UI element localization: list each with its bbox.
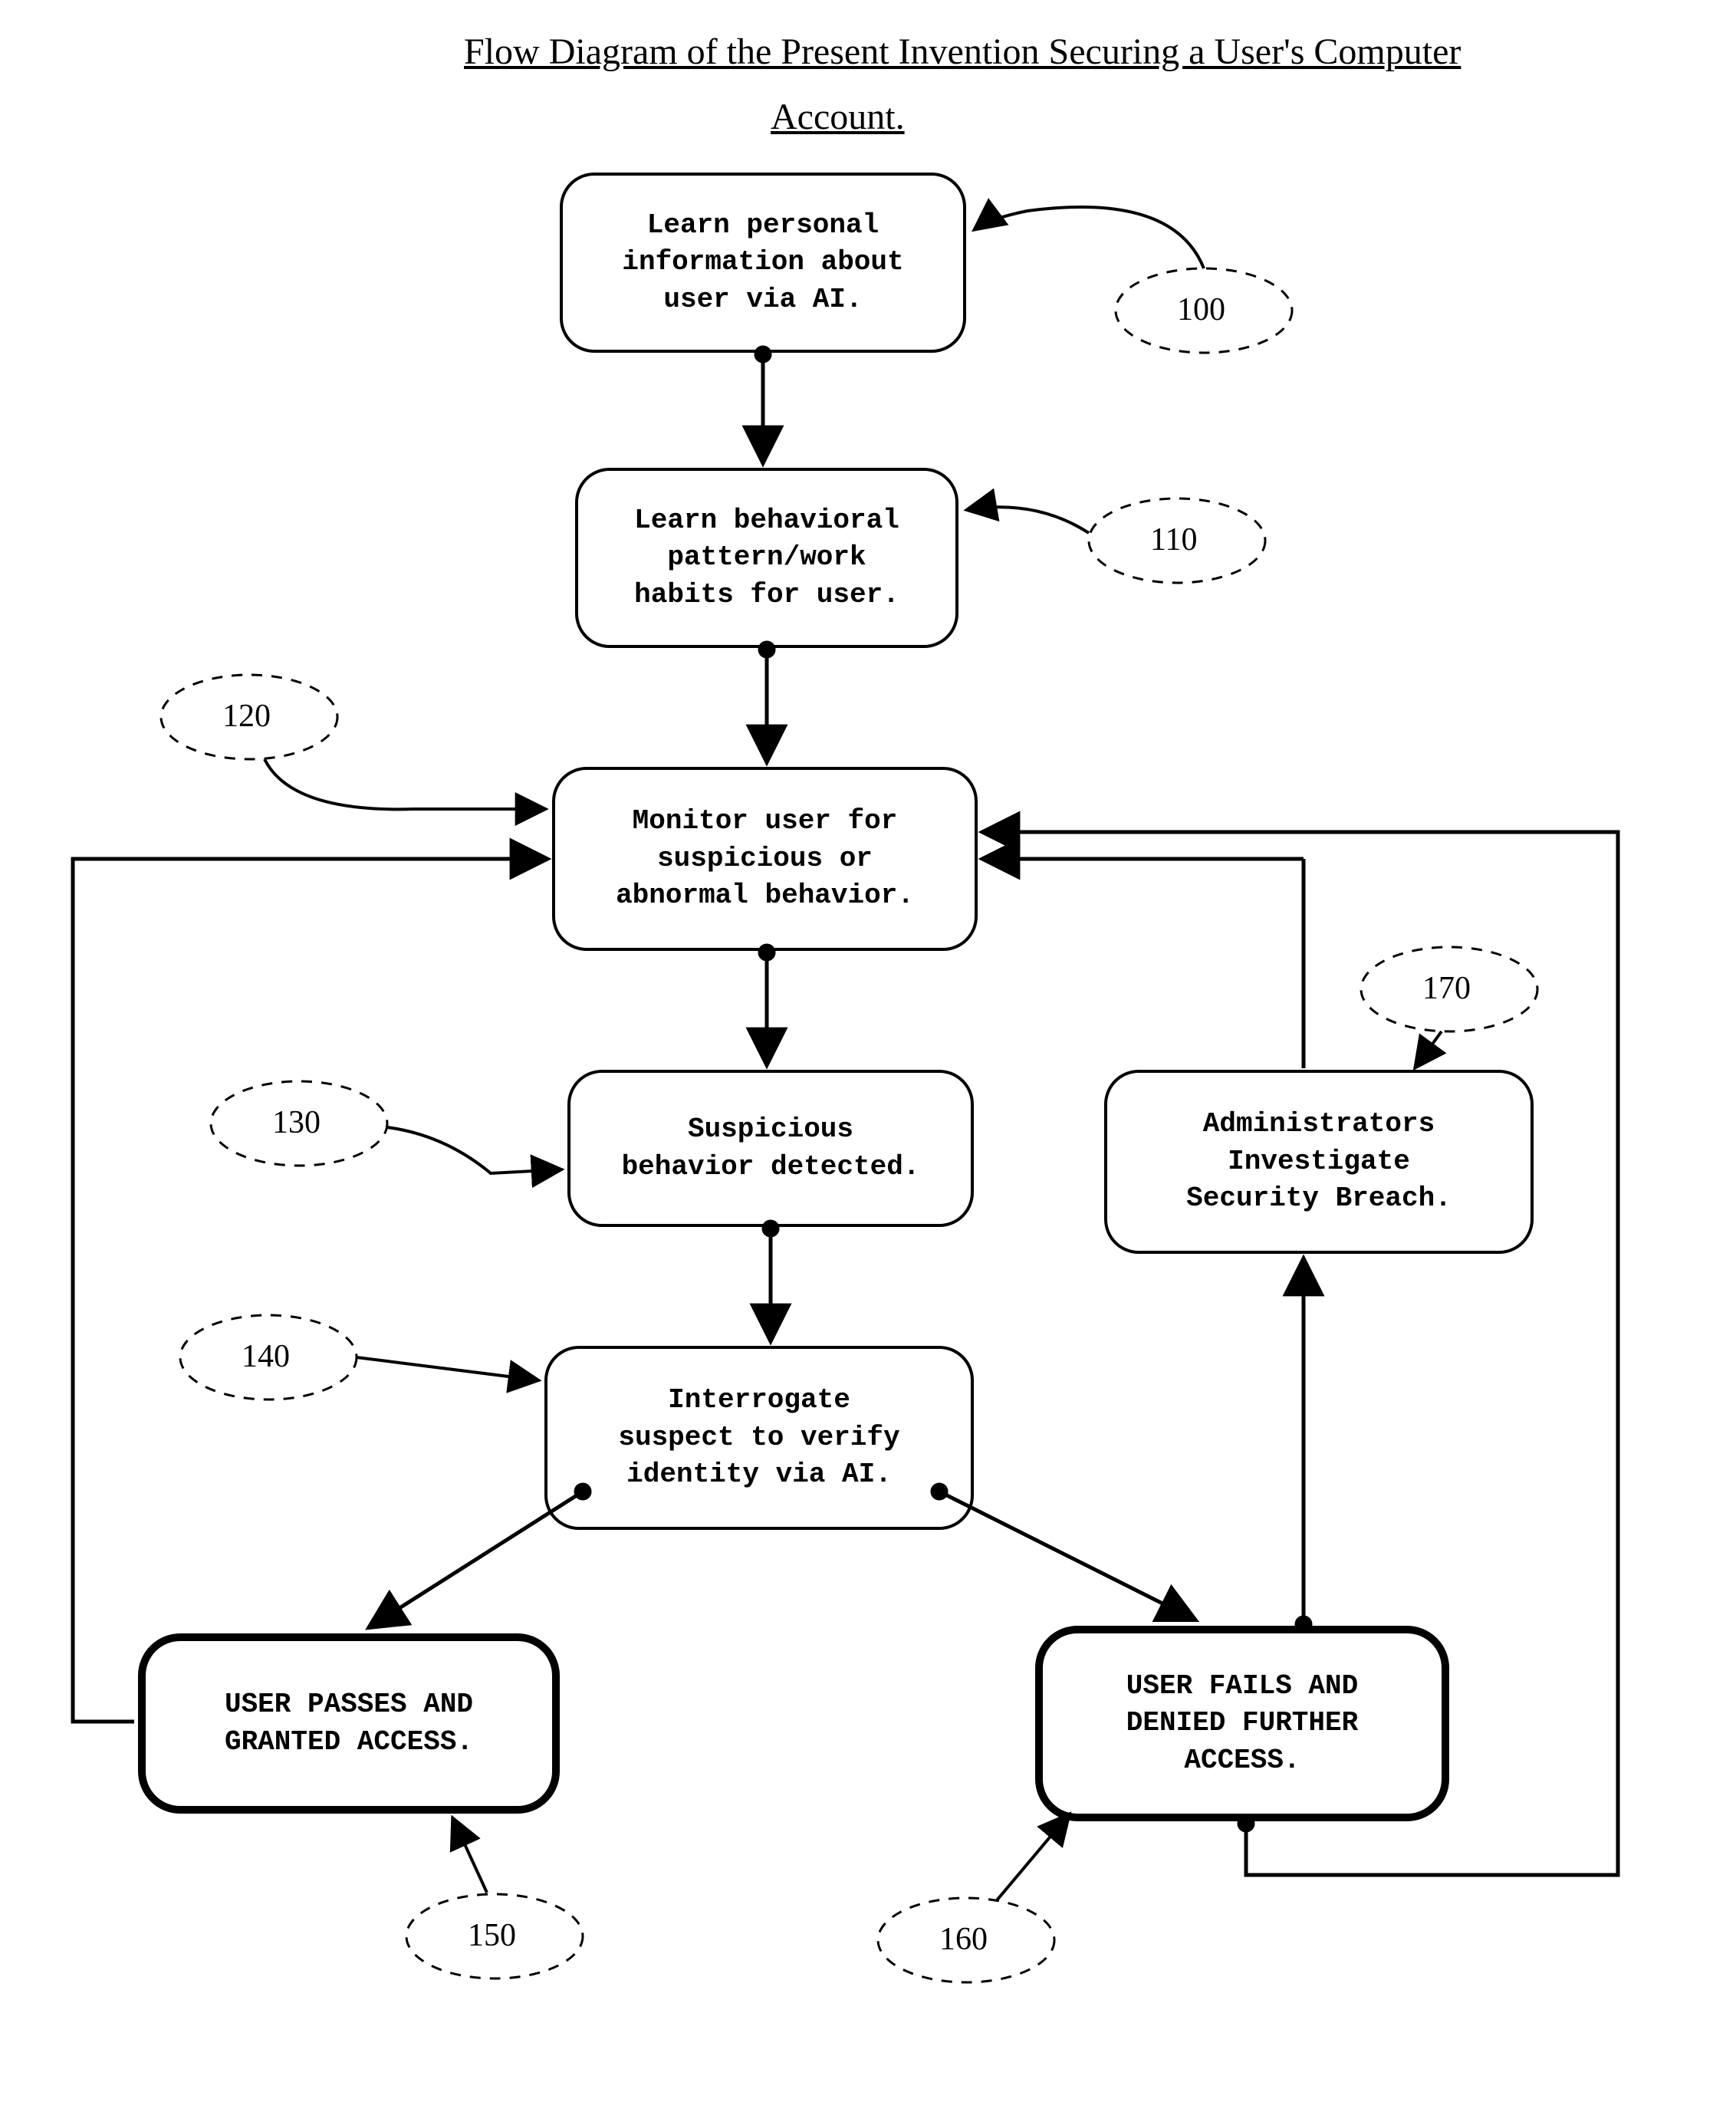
step-text: Suspiciousbehavior detected. <box>622 1111 920 1186</box>
step-text: Learn personalinformation aboutuser via … <box>622 207 903 319</box>
step-suspicious-detected: Suspiciousbehavior detected. <box>567 1070 974 1227</box>
leader-110 <box>966 507 1089 533</box>
diagram-page: Flow Diagram of the Present Invention Se… <box>0 0 1736 2115</box>
ref-130: 130 <box>272 1104 321 1141</box>
ref-160: 160 <box>939 1921 988 1958</box>
diagram-title-line1: Flow Diagram of the Present Invention Se… <box>464 31 1461 73</box>
step-learn-personal-info: Learn personalinformation aboutuser via … <box>560 173 966 353</box>
outcome-user-passes: USER PASSES ANDGRANTED ACCESS. <box>138 1633 560 1814</box>
step-interrogate-suspect: Interrogatesuspect to verifyidentity via… <box>544 1346 974 1530</box>
step-text: USER FAILS ANDDENIED FURTHERACCESS. <box>1126 1668 1358 1780</box>
arrow-170-to-120 <box>981 859 1304 1068</box>
ref-140: 140 <box>242 1338 290 1375</box>
arrow-100-to-110 <box>756 347 770 464</box>
leader-150 <box>452 1817 487 1893</box>
step-monitor-user: Monitor user forsuspicious orabnormal be… <box>552 767 978 951</box>
ref-110: 110 <box>1150 521 1197 558</box>
step-learn-behavioral-pattern: Learn behavioralpattern/workhabits for u… <box>575 468 958 648</box>
step-text: Interrogatesuspect to verifyidentity via… <box>618 1382 899 1494</box>
ref-150: 150 <box>468 1917 516 1954</box>
diagram-title-line2: Account. <box>771 96 905 138</box>
arrow-130-to-140 <box>764 1222 778 1342</box>
step-text: Learn behavioralpattern/workhabits for u… <box>634 502 899 614</box>
step-text: USER PASSES ANDGRANTED ACCESS. <box>225 1686 473 1761</box>
arrow-150-loop-to-120 <box>73 859 548 1722</box>
arrow-120-to-130 <box>760 946 774 1066</box>
leader-160 <box>997 1814 1070 1900</box>
leader-100 <box>974 207 1204 268</box>
leader-140 <box>357 1357 539 1380</box>
arrow-110-to-120 <box>760 643 774 763</box>
leader-120 <box>265 759 546 809</box>
ref-120: 120 <box>222 698 271 735</box>
ref-100: 100 <box>1177 291 1225 328</box>
step-text: AdministratorsInvestigateSecurity Breach… <box>1186 1106 1452 1218</box>
ref-170: 170 <box>1422 970 1471 1007</box>
arrow-160-to-170 <box>1297 1258 1310 1631</box>
leader-130 <box>387 1127 562 1173</box>
outcome-user-fails: USER FAILS ANDDENIED FURTHERACCESS. <box>1035 1626 1449 1821</box>
step-admins-investigate: AdministratorsInvestigateSecurity Breach… <box>1104 1070 1534 1254</box>
leader-170 <box>1415 1031 1442 1068</box>
step-text: Monitor user forsuspicious orabnormal be… <box>616 803 914 915</box>
